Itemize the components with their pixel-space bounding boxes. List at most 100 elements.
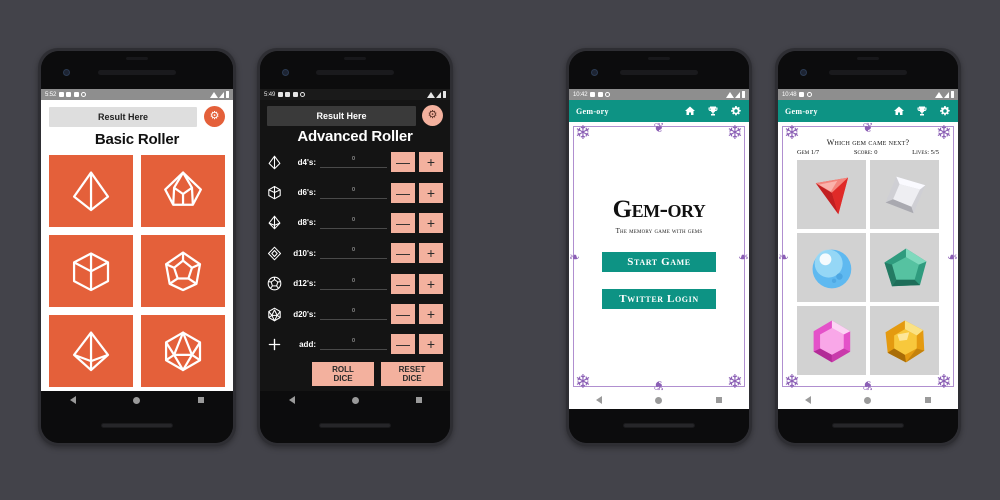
status-bar: 10:42: [569, 89, 749, 100]
dice-button-d8[interactable]: [49, 315, 133, 387]
increment-button[interactable]: +: [419, 182, 443, 203]
home-icon[interactable]: [684, 105, 696, 117]
increment-button[interactable]: +: [419, 212, 443, 233]
notification-icon: [590, 92, 596, 97]
increment-button[interactable]: +: [419, 152, 443, 173]
score-value: Score: 0: [853, 149, 878, 156]
phone-bottom-bezel: [260, 409, 450, 443]
back-icon[interactable]: [69, 396, 76, 404]
decrement-button[interactable]: —: [391, 304, 415, 325]
home-icon[interactable]: [893, 105, 905, 117]
status-time: 5:52: [45, 91, 57, 98]
recents-icon[interactable]: [925, 397, 932, 403]
recents-icon[interactable]: [198, 397, 205, 403]
trophy-icon[interactable]: [707, 105, 719, 117]
front-camera-icon: [591, 69, 598, 76]
earpiece-speaker: [620, 70, 698, 75]
gem-option-silver-square[interactable]: [870, 160, 939, 229]
row-label: d6's:: [297, 188, 316, 198]
start-game-button[interactable]: Start Game: [601, 252, 717, 272]
roll-dice-line1: ROLL: [332, 364, 354, 374]
twitter-login-button[interactable]: Twitter Login: [601, 289, 717, 309]
home-icon[interactable]: [864, 396, 872, 404]
phone-gemory-play: 10:48 Gem-ory ❄ ❄ ❄ ❄ ❦ ❦ ❧ ❧ Which gem …: [775, 48, 961, 446]
row-value-input[interactable]: 0: [320, 187, 387, 199]
decrement-button[interactable]: —: [391, 334, 415, 355]
page-title: Advanced Roller: [297, 128, 413, 145]
gear-icon[interactable]: [939, 105, 951, 117]
increment-button[interactable]: +: [419, 273, 443, 294]
decrement-button[interactable]: —: [391, 273, 415, 294]
gem-option-pink-hexagon[interactable]: [797, 306, 866, 375]
recents-icon[interactable]: [716, 397, 723, 403]
decrement-button[interactable]: —: [391, 243, 415, 264]
gem-option-blue-sphere[interactable]: [797, 233, 866, 302]
phone-screen: 5:52 Result Here ⚙ Basic Roller: [41, 89, 233, 409]
dnd-icon: [300, 92, 306, 97]
increment-button[interactable]: +: [419, 243, 443, 264]
reset-dice-button[interactable]: RESET DICE: [381, 361, 443, 386]
back-icon[interactable]: [595, 396, 602, 404]
dice-row-d20: d20's: 0 — +: [267, 299, 443, 329]
dice-grid: [49, 155, 225, 387]
gem-option-green-pentagon[interactable]: [870, 233, 939, 302]
gear-icon: ⚙: [427, 109, 438, 121]
row-value-input[interactable]: 0: [320, 338, 387, 351]
settings-button[interactable]: ⚙: [422, 105, 443, 126]
gem-option-ruby-diamond[interactable]: [797, 160, 866, 229]
dice-row-d6: d6's: 0 — +: [267, 177, 443, 207]
decrement-button[interactable]: —: [391, 152, 415, 173]
row-value-input[interactable]: 0: [320, 247, 387, 260]
gem-option-gold-hexagon[interactable]: [870, 306, 939, 375]
status-bar: 10:48: [778, 89, 958, 100]
increment-button[interactable]: +: [419, 334, 443, 355]
trophy-icon[interactable]: [916, 105, 928, 117]
back-icon[interactable]: [804, 396, 811, 404]
dice-action-row: ROLL DICE RESET DICE: [267, 360, 443, 388]
lives-value: Lives: 5/5: [912, 149, 939, 156]
dice-button-d4[interactable]: [49, 155, 133, 227]
dice-button-d12[interactable]: [141, 235, 225, 307]
app-bar: Gem-ory: [778, 100, 958, 122]
decrement-button[interactable]: —: [391, 182, 415, 203]
cube-icon: [72, 252, 110, 291]
row-value-input[interactable]: 0: [320, 217, 387, 229]
notification-icon: [58, 92, 64, 97]
top-slot: [344, 57, 366, 60]
home-icon[interactable]: [133, 396, 141, 404]
icosahedron-icon: [267, 307, 282, 322]
icosahedron-icon: [164, 331, 202, 371]
home-icon[interactable]: [351, 396, 359, 404]
dice-button-d6[interactable]: [49, 235, 133, 307]
dice-button-d20[interactable]: [141, 315, 225, 387]
row-value-input[interactable]: 0: [320, 156, 387, 169]
top-slot: [126, 57, 148, 60]
lock-icon: [799, 92, 805, 97]
earpiece-speaker: [98, 70, 176, 75]
android-nav-bar: [778, 391, 958, 409]
tetrahedron-icon: [267, 155, 282, 170]
settings-button[interactable]: ⚙: [204, 106, 225, 127]
result-display[interactable]: Result Here: [49, 106, 197, 127]
result-display[interactable]: Result Here: [267, 105, 416, 126]
increment-button[interactable]: +: [419, 304, 443, 325]
home-icon[interactable]: [655, 396, 663, 404]
gear-icon[interactable]: [730, 105, 742, 117]
earpiece-speaker: [316, 70, 394, 75]
row-value-input[interactable]: 0: [320, 278, 387, 290]
reset-dice-line1: RESET: [398, 364, 426, 374]
decrement-button[interactable]: —: [391, 212, 415, 233]
screenshot-stage: 5:52 Result Here ⚙ Basic Roller 5:49 Res…: [0, 0, 1000, 500]
earpiece-speaker: [829, 70, 907, 75]
phone-screen: 10:48 Gem-ory ❄ ❄ ❄ ❄ ❦ ❦ ❧ ❧ Which gem …: [778, 89, 958, 409]
basic-roller-toolbar: Result Here ⚙: [49, 106, 225, 127]
phone-screen: 5:49 Result Here ⚙ Advanced Roller d4's:…: [260, 89, 450, 409]
dice-button-d10[interactable]: [141, 155, 225, 227]
wifi-icon: [934, 91, 943, 98]
row-value-input[interactable]: 0: [320, 308, 387, 321]
roll-dice-button[interactable]: ROLL DICE: [312, 361, 374, 386]
back-icon[interactable]: [288, 396, 295, 404]
row-label: add:: [299, 339, 316, 349]
front-camera-icon: [63, 69, 70, 76]
recents-icon[interactable]: [415, 397, 422, 403]
